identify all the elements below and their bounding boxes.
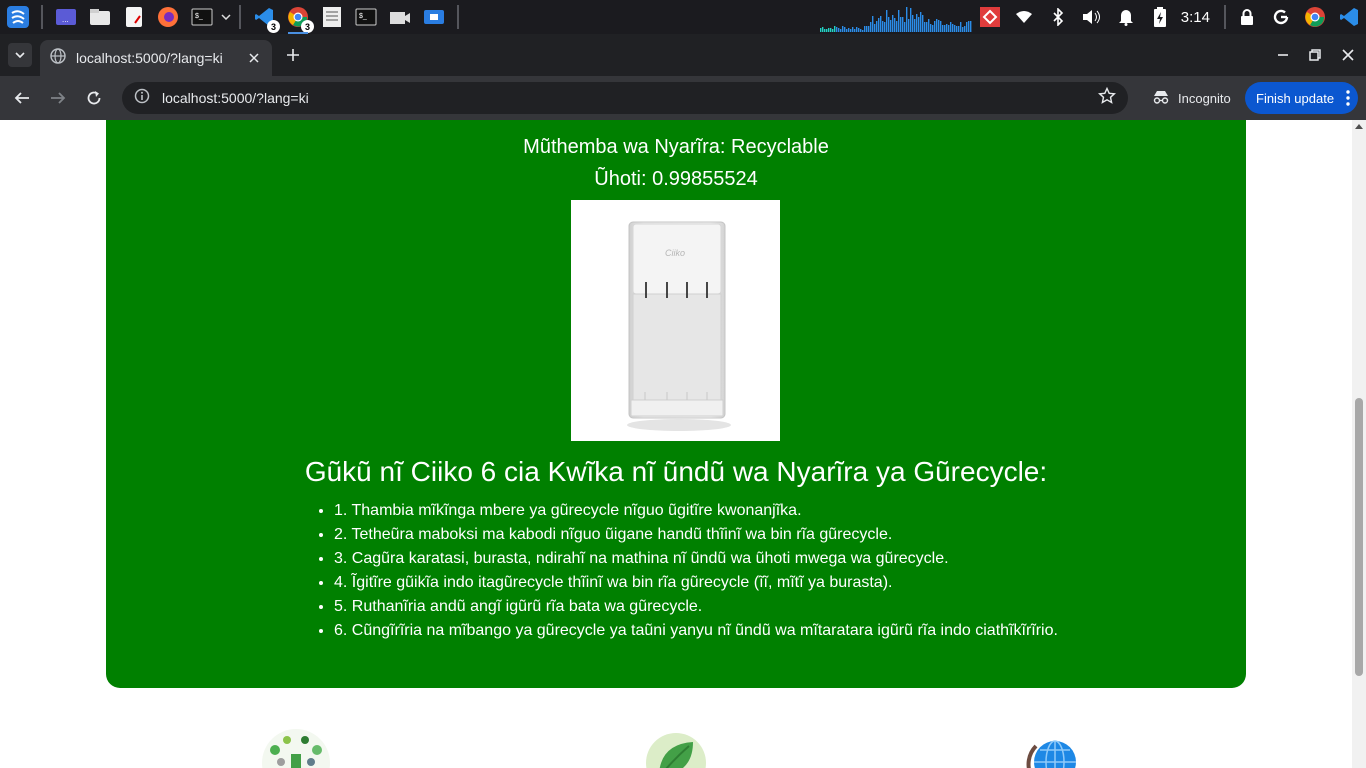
uploaded-product-image: Ciiko (571, 200, 780, 441)
browser-toolbar: localhost:5000/?lang=ki Incognito Finish… (0, 76, 1366, 120)
address-bar[interactable]: localhost:5000/?lang=ki (122, 82, 1128, 114)
svg-text:$_: $_ (359, 13, 367, 20)
terminal-icon[interactable]: $_ (352, 3, 380, 31)
minimize-icon[interactable] (1268, 40, 1298, 70)
lock-icon[interactable] (1230, 0, 1264, 34)
reload-icon[interactable] (80, 84, 108, 112)
confidence-line: Ũhoti: 0.99855524 (594, 168, 758, 190)
list-item: 2. Tetheũra maboksi ma kabodi nĩguo ũiga… (334, 523, 1058, 547)
chrome-taskbar-icon[interactable]: 3 (284, 3, 314, 34)
notification-bell-icon[interactable] (1109, 0, 1143, 34)
audio-visualizer (820, 7, 972, 32)
workspace-icon[interactable]: ... (52, 3, 80, 31)
chrome-tray-icon[interactable] (1298, 0, 1332, 34)
back-arrow-icon[interactable] (8, 84, 36, 112)
taskbar-separator (239, 5, 241, 29)
result-card: Mũthemba wa Nyarĩra: Recyclable Ũhoti: 0… (106, 120, 1246, 688)
taskbar-separator (41, 5, 43, 29)
finish-update-button[interactable]: Finish update (1245, 82, 1358, 114)
url-text[interactable]: localhost:5000/?lang=ki (162, 90, 1098, 106)
page-scrollbar[interactable] (1352, 120, 1366, 768)
browser-tab-bar: localhost:5000/?lang=ki (0, 34, 1366, 76)
volume-icon[interactable] (1075, 0, 1109, 34)
window-close-icon[interactable] (1333, 40, 1363, 70)
svg-text:$_: $_ (195, 13, 203, 20)
video-editor-icon[interactable] (386, 3, 414, 31)
list-item: 4. Ĩgitĩre gũikĩa indo itagũrecycle thĩi… (334, 571, 1058, 595)
vscode-tray-icon[interactable] (1332, 0, 1366, 34)
finish-update-label: Finish update (1256, 90, 1335, 106)
screen-recorder-icon[interactable] (420, 3, 448, 31)
svg-text:Ciiko: Ciiko (665, 248, 685, 258)
forward-arrow-icon[interactable] (44, 84, 72, 112)
scroll-up-arrow-icon[interactable] (1355, 124, 1363, 129)
site-info-icon[interactable] (134, 88, 150, 109)
terminal-dropdown-icon[interactable] (219, 3, 233, 31)
more-vert-icon[interactable] (1346, 90, 1350, 109)
anydesk-icon[interactable] (973, 0, 1007, 34)
restore-icon[interactable] (1300, 40, 1330, 70)
vscode-taskbar-icon[interactable]: 3 (250, 3, 280, 33)
taskbar-separator (457, 5, 459, 29)
leaf-icon (641, 728, 711, 768)
system-tray: 3:14 (973, 0, 1366, 34)
chrome-window-count: 3 (301, 20, 314, 33)
document-viewer-icon[interactable] (318, 3, 346, 31)
incognito-label: Incognito (1178, 90, 1231, 106)
tab-title: localhost:5000/?lang=ki (76, 50, 223, 66)
steps-heading: Gũkũ nĩ Ciiko 6 cia Kwĩka nĩ ũndũ wa Nya… (304, 456, 1048, 487)
google-g-icon[interactable] (1264, 0, 1298, 34)
recycling-collage-icon (261, 728, 331, 768)
os-taskbar: ... $_ 3 3 $_ 3:14 (0, 0, 1366, 34)
firefox-icon[interactable] (154, 3, 182, 31)
list-item: 6. Cũngĩrĩria na mĩbango ya gũrecycle ya… (334, 619, 1058, 643)
scrollbar-thumb[interactable] (1355, 398, 1363, 676)
close-icon[interactable] (246, 50, 262, 66)
app-menu-icon[interactable] (4, 3, 32, 31)
wifi-icon[interactable] (1007, 0, 1041, 34)
text-editor-icon[interactable] (120, 3, 148, 31)
waste-category-line: Mũthemba wa Nyarĩra: Recyclable (523, 136, 829, 158)
new-tab-button[interactable] (282, 44, 304, 66)
bluetooth-icon[interactable] (1041, 0, 1075, 34)
terminal-icon[interactable]: $_ (188, 3, 216, 31)
list-item: 5. Ruthanĩria andũ angĩ igũrũ rĩa bata w… (334, 595, 1058, 619)
clock-time[interactable]: 3:14 (1177, 9, 1220, 26)
incognito-indicator[interactable]: Incognito (1142, 82, 1241, 114)
tab-search-button[interactable] (8, 43, 32, 67)
bookmark-star-icon[interactable] (1097, 86, 1117, 110)
incognito-icon (1152, 90, 1170, 107)
globe-icon (50, 47, 66, 69)
svg-text:...: ... (62, 15, 69, 24)
taskbar-separator (1224, 5, 1226, 29)
recycling-steps-list: 1. Thambia mĩkĩnga mbere ya gũrecycle nĩ… (334, 499, 1058, 643)
file-manager-icon[interactable] (86, 3, 114, 31)
browser-tab-active[interactable]: localhost:5000/?lang=ki (40, 40, 272, 76)
vscode-window-count: 3 (267, 20, 280, 33)
list-item: 3. Cagũra karatasi, burasta, ndirahĩ na … (334, 547, 1058, 571)
battery-charging-icon[interactable] (1143, 0, 1177, 34)
list-item: 1. Thambia mĩkĩnga mbere ya gũrecycle nĩ… (334, 499, 1058, 523)
globe-icon (1022, 728, 1092, 768)
page-viewport: Mũthemba wa Nyarĩra: Recyclable Ũhoti: 0… (0, 120, 1366, 768)
